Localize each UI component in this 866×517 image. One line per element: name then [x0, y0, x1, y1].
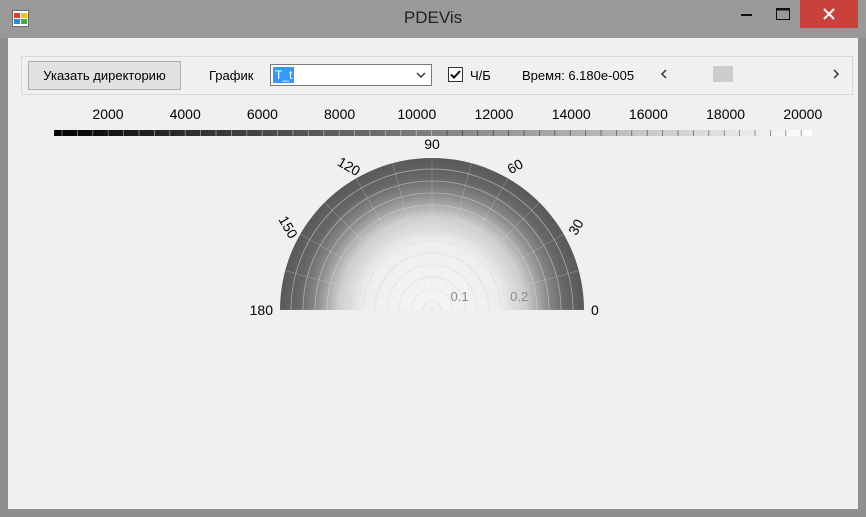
colorbar-tick-label: 12000: [475, 106, 514, 122]
angle-label: 30: [565, 216, 587, 238]
maximize-button[interactable]: [766, 0, 800, 28]
colorbar-tick-label: 16000: [629, 106, 668, 122]
radius-label: 0.2: [510, 289, 528, 304]
angle-label: 150: [275, 213, 301, 241]
angle-label: 120: [335, 153, 363, 179]
colorbar-tick-label: 14000: [552, 106, 591, 122]
client-area: Указать директорию График T_t Ч/Б Время:…: [8, 38, 858, 509]
colorbar-tick-label: 20000: [783, 106, 822, 122]
close-button[interactable]: [800, 0, 858, 28]
maximize-icon: [776, 8, 790, 20]
colorbar-tick-label: 4000: [170, 106, 201, 122]
minimize-button[interactable]: [730, 0, 764, 28]
minimize-icon: [741, 14, 752, 16]
colorbar-tick-label: 2000: [92, 106, 123, 122]
title-bar: PDEVis: [0, 0, 866, 38]
angle-label: 180: [250, 302, 274, 318]
close-icon: [823, 8, 835, 20]
colorbar-tick-labels: 2000 4000 6000 8000 10000 12000 14000 16000 1800…: [92, 106, 822, 122]
angle-label: 0: [591, 302, 599, 318]
polar-field-plot: 2000 4000 6000 8000 10000 12000 14000 16000 1800…: [54, 106, 822, 318]
colorbar-tick-label: 18000: [706, 106, 745, 122]
radius-label: 0.1: [451, 289, 469, 304]
angle-label: 60: [504, 155, 526, 177]
angle-label: 90: [424, 136, 440, 152]
colorbar-tick-label: 6000: [247, 106, 278, 122]
colorbar-tick-label: 10000: [397, 106, 436, 122]
colorbar-tick-label: 8000: [324, 106, 355, 122]
